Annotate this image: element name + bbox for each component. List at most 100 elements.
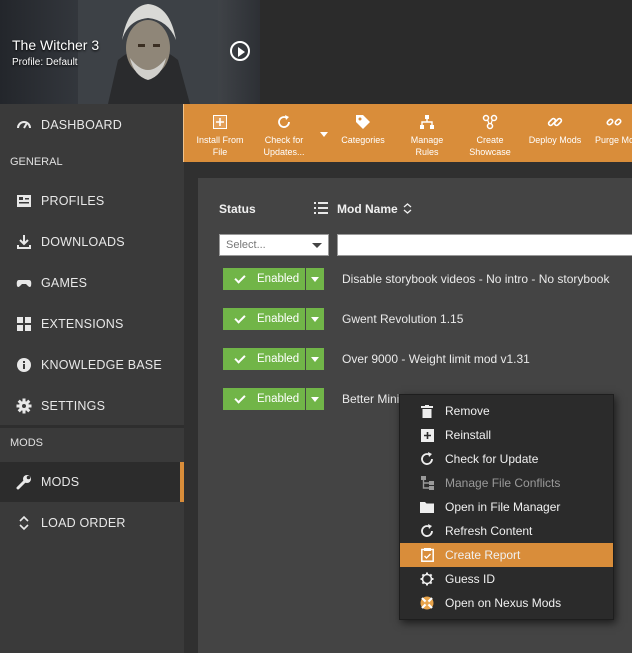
- game-profile: Profile: Default: [12, 57, 78, 68]
- install-label-line1: Install From: [196, 135, 244, 145]
- check-icon: [234, 271, 246, 284]
- mod-name: Gwent Revolution 1.15: [342, 312, 464, 326]
- nexus-icon: [420, 596, 434, 610]
- nav-games-label: GAMES: [41, 276, 88, 290]
- purge-mods-label: Purge Mo: [595, 135, 632, 145]
- refresh-icon: [420, 524, 434, 538]
- nav-mods-label: MODS: [41, 475, 80, 489]
- enabled-toggle-button[interactable]: Enabled: [223, 388, 305, 410]
- play-icon[interactable]: [230, 41, 250, 61]
- table-row[interactable]: Enabled Disable storybook videos - No in…: [223, 268, 632, 290]
- menu-item-remove[interactable]: Remove: [400, 399, 613, 423]
- nav-profiles[interactable]: PROFILES: [0, 181, 184, 221]
- check-for-updates-button[interactable]: Check for Updates...: [258, 104, 310, 162]
- menu-item-label: Reinstall: [445, 428, 492, 442]
- sidebar: The Witcher 3 Profile: Default DASHBOARD…: [0, 0, 260, 653]
- gear-icon: [420, 572, 434, 586]
- categories-button[interactable]: Categories: [336, 104, 390, 162]
- menu-item-label: Manage File Conflicts: [445, 476, 561, 490]
- nav-dashboard[interactable]: DASHBOARD: [0, 105, 184, 145]
- status-dropdown-icon[interactable]: [306, 308, 324, 330]
- gear-icon: [16, 398, 32, 414]
- mod-name-filter-input[interactable]: [337, 234, 632, 256]
- menu-item-manage-file-conflicts[interactable]: Manage File Conflicts: [400, 471, 613, 495]
- conflict-icon: [420, 476, 434, 490]
- manage-rules-button[interactable]: Manage Rules: [402, 104, 452, 162]
- menu-item-reinstall[interactable]: Reinstall: [400, 423, 613, 447]
- create-showcase-label-line1: Create: [476, 135, 504, 145]
- table-row[interactable]: Enabled Over 9000 - Weight limit mod v1.…: [223, 348, 632, 370]
- nav-dashboard-label: DASHBOARD: [41, 118, 122, 132]
- menu-item-open-in-file-manager[interactable]: Open in File Manager: [400, 495, 613, 519]
- nav-games[interactable]: GAMES: [0, 263, 184, 303]
- enabled-toggle-button[interactable]: Enabled: [223, 348, 305, 370]
- purge-mods-button[interactable]: Purge Mo: [592, 104, 632, 162]
- report-icon: [420, 548, 434, 562]
- showcase-icon: [482, 113, 498, 131]
- menu-item-label: Remove: [445, 404, 490, 418]
- nav-knowledge-base[interactable]: KNOWLEDGE BASE: [0, 345, 184, 385]
- column-options-icon[interactable]: [314, 201, 328, 220]
- nav-load-order-label: LOAD ORDER: [41, 516, 126, 530]
- menu-item-refresh-content[interactable]: Refresh Content: [400, 519, 613, 543]
- manage-rules-label-line1: Manage: [410, 135, 444, 145]
- nav-extensions[interactable]: EXTENSIONS: [0, 304, 184, 344]
- wrench-icon: [16, 474, 32, 490]
- toolbar: Install From File Check for Updates... C…: [184, 104, 632, 162]
- check-updates-dropdown-icon[interactable]: [320, 132, 328, 137]
- game-title: The Witcher 3: [12, 37, 100, 53]
- deploy-mods-label: Deploy Mods: [528, 135, 582, 145]
- nav-downloads[interactable]: DOWNLOADS: [0, 222, 184, 262]
- table-row[interactable]: Enabled Gwent Revolution 1.15: [223, 308, 632, 330]
- install-from-file-button[interactable]: Install From File: [192, 104, 248, 162]
- menu-item-label: Open on Nexus Mods: [445, 596, 562, 610]
- info-icon: [16, 357, 32, 373]
- status-filter-placeholder: Select...: [226, 239, 266, 251]
- nav-knowledge-base-label: KNOWLEDGE BASE: [41, 358, 162, 372]
- nav-settings-label: SETTINGS: [41, 399, 106, 413]
- create-showcase-button[interactable]: Create Showcase: [464, 104, 516, 162]
- menu-item-label: Check for Update: [445, 452, 539, 466]
- menu-item-label: Refresh Content: [445, 524, 533, 538]
- section-general: GENERAL: [10, 156, 63, 168]
- check-icon: [234, 351, 246, 364]
- manage-rules-label-line2: Rules: [415, 147, 439, 157]
- menu-item-check-for-update[interactable]: Check for Update: [400, 447, 613, 471]
- profiles-icon: [16, 193, 32, 209]
- enabled-toggle-button[interactable]: Enabled: [223, 308, 305, 330]
- enabled-label: Enabled: [257, 393, 300, 405]
- trash-icon: [420, 404, 434, 418]
- enabled-toggle-button[interactable]: Enabled: [223, 268, 305, 290]
- nav-downloads-label: DOWNLOADS: [41, 235, 125, 249]
- status-dropdown-icon[interactable]: [306, 268, 324, 290]
- menu-item-label: Open in File Manager: [445, 500, 561, 514]
- menu-item-create-report[interactable]: Create Report: [400, 543, 613, 567]
- plus-box-icon: [420, 428, 434, 442]
- game-header[interactable]: The Witcher 3 Profile: Default: [0, 0, 260, 104]
- sort-icon: [403, 202, 412, 217]
- download-icon: [16, 234, 32, 250]
- mod-name: Over 9000 - Weight limit mod v1.31: [342, 352, 530, 366]
- status-filter-select[interactable]: Select...: [219, 234, 329, 256]
- status-dropdown-icon[interactable]: [306, 388, 324, 410]
- install-label-line2: File: [212, 147, 228, 157]
- nav-settings[interactable]: SETTINGS: [0, 386, 184, 426]
- mod-name-header-label: Mod Name: [337, 202, 398, 216]
- folder-icon: [420, 500, 434, 514]
- categories-label: Categories: [341, 135, 385, 145]
- check-updates-label-line1: Check for: [264, 135, 304, 145]
- menu-item-open-on-nexus-mods[interactable]: Open on Nexus Mods: [400, 591, 613, 615]
- nav-mods[interactable]: MODS: [0, 462, 184, 502]
- section-mods: MODS: [10, 437, 43, 449]
- status-column-header[interactable]: Status: [219, 202, 256, 216]
- mod-name-column-header[interactable]: Mod Name: [337, 202, 412, 217]
- status-dropdown-icon[interactable]: [306, 348, 324, 370]
- context-menu: Remove Reinstall Check for Update Manage…: [399, 394, 614, 620]
- deploy-mods-button[interactable]: Deploy Mods: [524, 104, 586, 162]
- extensions-icon: [16, 316, 32, 332]
- dashboard-icon: [16, 117, 32, 133]
- nav-load-order[interactable]: LOAD ORDER: [0, 503, 184, 543]
- unlink-icon: [606, 113, 622, 131]
- menu-item-guess-id[interactable]: Guess ID: [400, 567, 613, 591]
- nav-profiles-label: PROFILES: [41, 194, 105, 208]
